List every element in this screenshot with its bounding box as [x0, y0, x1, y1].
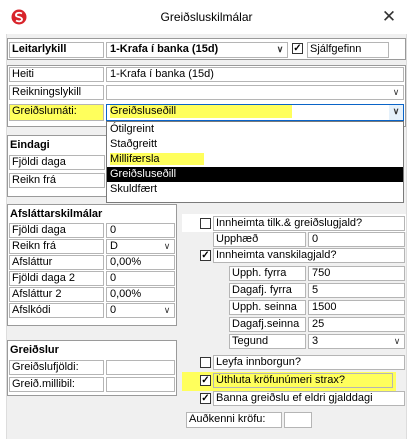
afslattur-row-label: Afslkódi [9, 303, 104, 318]
upphaed-label: Upphæð [213, 232, 306, 247]
banna-checkbox[interactable]: ✓ [200, 393, 211, 404]
afslattur-row-value[interactable]: 0,00% [106, 287, 175, 302]
vanskila-row-label: Dagafj.seinna [229, 317, 306, 332]
dropdown-option[interactable]: Skuldfært [107, 182, 403, 197]
dropdown-option-label: Millifærsla [110, 153, 204, 165]
leyfa-label: Leyfa innborgun? [213, 355, 405, 370]
chevron-down-icon[interactable]: ∨ [389, 105, 403, 120]
banna-label: Banna greiðslu ef eldri gjalddagi [213, 391, 405, 406]
greidslumati-dropdown: Ótilgreint Staðgreitt Millifærsla Greiðs… [106, 121, 404, 203]
leyfa-checkbox[interactable] [200, 357, 211, 368]
chevron-down-icon[interactable]: ∨ [273, 43, 287, 56]
vanskila-row-value[interactable]: 5 [308, 283, 405, 298]
afslattur-row-label: Afsláttur [9, 255, 104, 270]
leitarlykill-select[interactable]: 1-Krafa í banka (15d) ∨ [106, 42, 288, 58]
vanskila-row-label: Upph. seinna [229, 300, 306, 315]
chevron-down-icon[interactable]: ∨ [160, 304, 174, 317]
greidslumati-select[interactable]: Greiðsluseðill ∨ [106, 104, 404, 121]
greidslufjoldi-label: Greiðslufjöldi: [9, 360, 104, 375]
afslattur-row-value[interactable]: 0 [106, 271, 175, 286]
innheimta-vanskila-checkbox[interactable]: ✓ [200, 250, 211, 261]
vanskila-row-label: Upph. fyrra [229, 266, 306, 281]
chevron-down-icon[interactable]: ∨ [390, 335, 404, 348]
upphaed-field[interactable]: 0 [308, 232, 405, 247]
afslattur-row-label: Afsláttur 2 [9, 287, 104, 302]
afslattur-reikn-select[interactable]: D ∨ [106, 239, 175, 254]
greidslur-header: Greiðslur [10, 344, 59, 356]
close-icon[interactable]: ✕ [379, 7, 399, 27]
vanskila-row-label: Dagafj. fyrra [229, 283, 306, 298]
afslattur-row-label: Fjöldi daga [9, 223, 104, 238]
chevron-down-icon[interactable]: ∨ [389, 86, 403, 99]
reikningslykill-label: Reikningslykill [9, 85, 104, 100]
tegund-select[interactable]: 3 ∨ [308, 334, 405, 349]
vanskila-row-label: Tegund [229, 334, 306, 349]
afslattur-row-value[interactable]: 0,00% [106, 255, 175, 270]
uthluta-label: Úthluta kröfunúmeri strax? [213, 373, 393, 388]
sjalfgefinn-checkbox[interactable]: ✓ [292, 43, 303, 54]
millibil-field[interactable] [106, 377, 175, 392]
afslattur-row-value[interactable]: 0 [106, 223, 175, 238]
audkenni-field[interactable] [284, 412, 312, 428]
uthluta-checkbox[interactable]: ✓ [200, 375, 211, 386]
audkenni-label: Auðkenni kröfu: [186, 412, 282, 428]
heiti-field[interactable]: 1-Krafa í banka (15d) [106, 67, 404, 82]
afslattur-row-label: Reikn frá [9, 239, 104, 254]
reikningslykill-select[interactable]: ∨ [106, 85, 404, 100]
afslattur-row-label: Fjöldi daga 2 [9, 271, 104, 286]
innheimta-vanskila-label: Innheimta vanskilagjald? [213, 248, 405, 263]
vanskila-row-value: 3 [312, 335, 319, 347]
greidslumati-label: Greiðslumáti: [9, 104, 104, 121]
vanskila-row-value[interactable]: 1500 [308, 300, 405, 315]
leitarlykill-value: 1-Krafa í banka (15d) [110, 43, 219, 55]
millibil-label: Greið.millibil: [9, 377, 104, 392]
leitarlykill-label: Leitarlykill [9, 42, 104, 58]
eindagi-fjoldi-label: Fjöldi daga [9, 155, 105, 170]
chevron-down-icon[interactable]: ∨ [160, 240, 174, 253]
dropdown-option[interactable]: Ótilgreint [107, 122, 403, 137]
heiti-label: Heiti [9, 67, 104, 82]
eindagi-header: Eindagi [10, 139, 50, 151]
dropdown-option[interactable]: Millifærsla [107, 152, 403, 167]
window-title: Greiðsluskilmálar [160, 10, 253, 24]
sjalfgefinn-label: Sjálfgefinn [307, 42, 389, 58]
greidslufjoldi-field[interactable] [106, 360, 175, 375]
afslattur-row-value: 0 [110, 304, 117, 316]
afslattur-row-value: D [110, 240, 118, 252]
innheimta-tilk-label: Innheimta tilk.& greiðslugjald? [213, 216, 405, 231]
greidslumati-value: Greiðsluseðill [110, 105, 292, 118]
afslkodi-select[interactable]: 0 ∨ [106, 303, 175, 318]
dropdown-option-selected[interactable]: Greiðsluseðill [107, 167, 403, 182]
vanskila-row-value[interactable]: 750 [308, 266, 405, 281]
eindagi-reikn-label: Reikn frá [9, 173, 105, 188]
vanskila-row-value[interactable]: 25 [308, 317, 405, 332]
innheimta-tilk-checkbox[interactable] [200, 218, 211, 229]
dropdown-option[interactable]: Staðgreitt [107, 137, 403, 152]
afslattur-header: Afsláttarskilmálar [10, 208, 103, 220]
